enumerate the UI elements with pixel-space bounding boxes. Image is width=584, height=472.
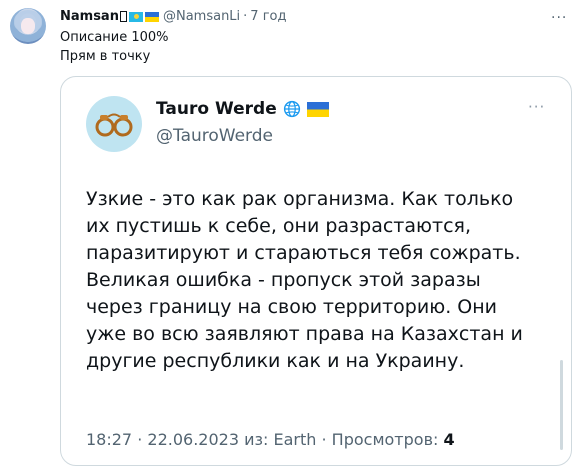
quoted-body-line: Узкие - это как рак организма. Как тольк…	[86, 188, 514, 210]
quoted-body-line: Великая ошибка - пропуск этой заразы	[86, 269, 481, 291]
avatar-face	[21, 18, 35, 34]
scrollbar[interactable]	[560, 360, 563, 450]
ukraine-flag-icon	[306, 101, 329, 117]
display-name[interactable]: Namsan	[60, 9, 119, 24]
meta-date[interactable]: 22.06.2023	[147, 430, 239, 449]
user-handle[interactable]: @NamsanLi	[163, 9, 240, 24]
quoted-display-name[interactable]: Tauro Werde	[156, 99, 277, 119]
quoted-body-line: через границу на свою территорию. Они	[86, 296, 498, 318]
meta-time[interactable]: 18:27	[86, 430, 132, 449]
post-text-line-2: Прям в точку	[60, 49, 151, 64]
more-icon[interactable]: ···	[551, 10, 567, 26]
quoted-meta: 18:27 · 22.06.2023 из: Earth · Просмотро…	[86, 430, 455, 449]
post-header: Namsan @NamsanLi · 7 год	[60, 9, 286, 24]
ukraine-flag-icon	[144, 11, 159, 22]
quoted-header: Tauro Werde	[156, 99, 329, 119]
quoted-avatar[interactable]	[86, 96, 142, 152]
handcuffs-icon	[95, 113, 133, 137]
post-text-line-1: Описание 100%	[60, 30, 169, 45]
quoted-body-line: паразитируют и стараються тебя сожрать.	[86, 242, 521, 264]
globe-icon	[283, 100, 300, 118]
meta-views-label: Просмотров:	[331, 430, 439, 449]
meta-views-count[interactable]: 4	[443, 430, 454, 449]
kazakhstan-flag-icon	[128, 11, 143, 22]
meta-separator: ·	[137, 430, 143, 449]
meta-separator: ·	[321, 430, 327, 449]
missing-glyph-icon	[119, 11, 127, 22]
meta-source: из: Earth	[244, 430, 317, 449]
quoted-body-line: другие республики как и на Украину.	[86, 350, 465, 372]
quoted-body: Узкие - это как рак организма. Как тольк…	[86, 186, 556, 375]
quoted-body-line: уже во всю заявляют права на Казахстан и	[86, 323, 523, 345]
quoted-more-icon[interactable]: ···	[528, 98, 545, 116]
separator-dot: ·	[243, 9, 248, 24]
quoted-body-line: их пустишь к себе, они разрастаются,	[86, 215, 472, 237]
post-time[interactable]: 7 год	[250, 9, 286, 24]
user-avatar[interactable]	[10, 8, 46, 44]
quoted-handle[interactable]: @TauroWerde	[156, 126, 273, 146]
